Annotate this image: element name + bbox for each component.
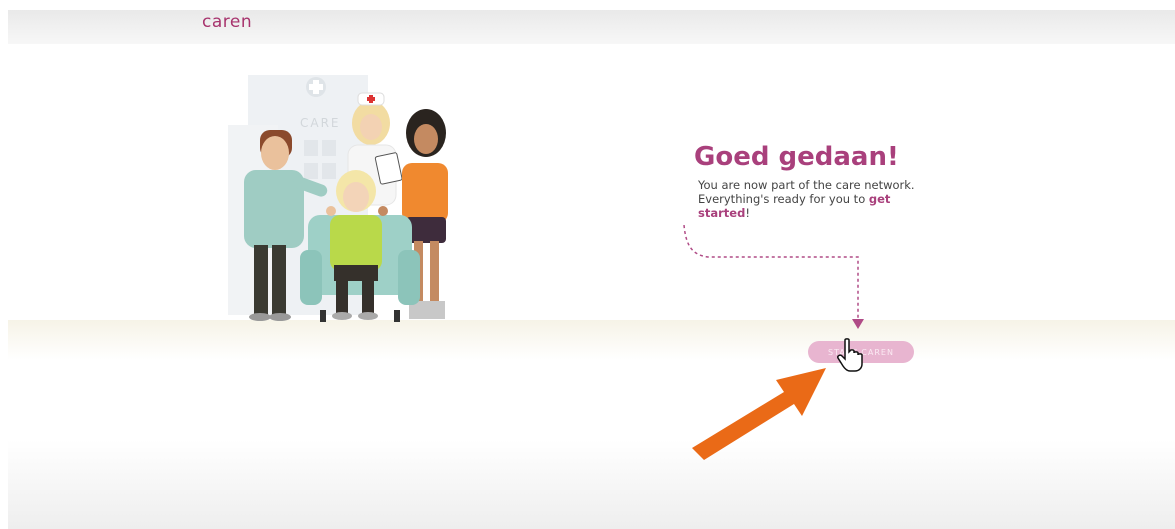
care-network-illustration: CARE [228,75,448,322]
floor-band [8,320,1175,360]
caren-logo[interactable]: caren [202,12,252,32]
page-title: Goed gedaan! [694,142,899,172]
message-end: ! [745,206,750,220]
bottom-fade [8,440,1175,529]
care-sign: CARE [300,116,341,130]
arrow-icon [692,368,826,460]
confirmation-message: You are now part of the care network. Ev… [698,178,928,220]
app-window: caren CARE Goed gedaan! You are now part… [8,10,1175,529]
dotted-guide-arrow [683,225,864,329]
hand-pointer-icon [837,338,863,372]
top-bar: caren [8,10,1175,44]
